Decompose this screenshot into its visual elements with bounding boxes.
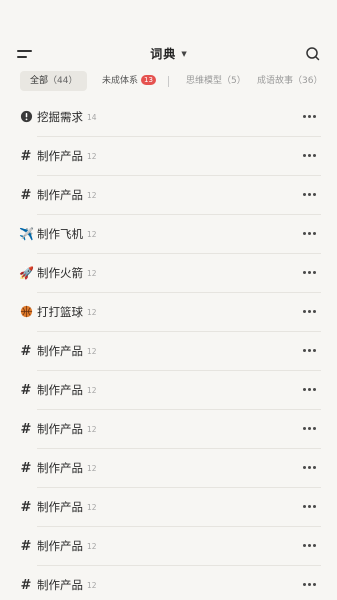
tab-count: （36） xyxy=(293,76,323,86)
item-count: 12 xyxy=(87,386,97,395)
item-count: 12 xyxy=(87,542,97,551)
hash-icon: # xyxy=(20,188,32,203)
list-item[interactable]: # 制作产品 12 xyxy=(0,371,337,410)
item-name-wrap: 制作产品 12 xyxy=(37,148,97,164)
tab-idiom-stories[interactable]: 成语故事（36） xyxy=(257,71,322,91)
rocket-icon: 🚀 xyxy=(19,266,34,280)
item-name: 制作产品 xyxy=(37,422,83,436)
more-options-icon[interactable] xyxy=(303,386,317,392)
item-name: 制作产品 xyxy=(37,461,83,475)
item-name-wrap: 制作飞机 12 xyxy=(37,226,97,242)
more-options-icon[interactable] xyxy=(303,191,317,197)
hash-icon: # xyxy=(20,422,32,437)
list-item[interactable]: 🚀 制作火箭 12 xyxy=(0,254,337,293)
item-name: 制作火箭 xyxy=(37,266,83,280)
more-options-icon[interactable] xyxy=(303,347,317,353)
item-count: 12 xyxy=(87,425,97,434)
basketball-icon xyxy=(19,305,33,319)
list-item[interactable]: # 制作产品 12 xyxy=(0,566,337,600)
more-options-icon[interactable] xyxy=(303,308,317,314)
title-dropdown[interactable]: 词典 ▼ xyxy=(0,43,337,62)
list-item[interactable]: 打打篮球 12 xyxy=(0,293,337,332)
item-name-wrap: 制作产品 12 xyxy=(37,577,97,593)
item-name: 制作产品 xyxy=(37,539,83,553)
item-name-wrap: 制作产品 12 xyxy=(37,421,97,437)
item-count: 12 xyxy=(87,269,97,278)
tab-count: （44） xyxy=(48,76,78,86)
item-name-wrap: 制作产品 12 xyxy=(37,460,97,476)
list-item[interactable]: # 制作产品 12 xyxy=(0,332,337,371)
item-name: 制作飞机 xyxy=(37,227,83,241)
item-count: 12 xyxy=(87,581,97,590)
chevron-down-icon: ▼ xyxy=(181,50,187,58)
tab-label: 成语故事 xyxy=(257,76,294,86)
hash-icon: # xyxy=(20,461,32,476)
top-bar: 词典 ▼ xyxy=(0,40,337,68)
term-list: 挖掘需求 14 # 制作产品 12 # 制作产品 12 ✈️ 制作飞机 12 🚀 制作火箭 12 打打篮球 1… xyxy=(0,98,337,600)
item-name-wrap: 制作产品 12 xyxy=(37,538,97,554)
list-item[interactable]: # 制作产品 12 xyxy=(0,488,337,527)
tab-thinking-models[interactable]: 思维模型（5） xyxy=(186,71,246,91)
item-name-wrap: 制作产品 12 xyxy=(37,187,97,203)
more-options-icon[interactable] xyxy=(303,152,317,158)
more-options-icon[interactable] xyxy=(303,425,317,431)
list-item[interactable]: 挖掘需求 14 xyxy=(0,98,337,137)
item-name-wrap: 制作产品 12 xyxy=(37,343,97,359)
hash-icon: # xyxy=(20,500,32,515)
tab-label: 未成体系 xyxy=(102,76,139,86)
more-options-icon[interactable] xyxy=(303,542,317,548)
tab-count: （5） xyxy=(222,76,246,86)
list-item[interactable]: # 制作产品 12 xyxy=(0,137,337,176)
item-name-wrap: 打打篮球 12 xyxy=(37,304,97,320)
item-count: 12 xyxy=(87,503,97,512)
tab-label: 全部 xyxy=(30,76,49,86)
list-item[interactable]: # 制作产品 12 xyxy=(0,410,337,449)
more-options-icon[interactable] xyxy=(303,113,317,119)
more-options-icon[interactable] xyxy=(303,269,317,275)
item-name: 制作产品 xyxy=(37,578,83,592)
list-item[interactable]: # 制作产品 12 xyxy=(0,527,337,566)
item-name: 制作产品 xyxy=(37,383,83,397)
tab-divider xyxy=(168,76,169,87)
alert-circle-icon xyxy=(19,110,33,124)
list-item[interactable]: # 制作产品 12 xyxy=(0,176,337,215)
more-options-icon[interactable] xyxy=(303,464,317,470)
list-item[interactable]: # 制作产品 12 xyxy=(0,449,337,488)
item-name-wrap: 制作产品 12 xyxy=(37,499,97,515)
category-tabs: 全部（44） 未成体系 13 思维模型（5） 成语故事（36） xyxy=(20,71,337,91)
hash-icon: # xyxy=(20,383,32,398)
airplane-icon: ✈️ xyxy=(19,227,34,241)
item-name: 制作产品 xyxy=(37,188,83,202)
item-name-wrap: 制作火箭 12 xyxy=(37,265,97,281)
tab-label: 思维模型 xyxy=(186,76,223,86)
tab-unsystematized[interactable]: 未成体系 13 xyxy=(102,71,156,91)
item-count: 12 xyxy=(87,347,97,356)
item-name-wrap: 制作产品 12 xyxy=(37,382,97,398)
hash-icon: # xyxy=(20,539,32,554)
page-title: 词典 xyxy=(150,47,177,61)
hash-icon: # xyxy=(20,344,32,359)
search-icon[interactable] xyxy=(305,46,321,62)
item-name: 挖掘需求 xyxy=(37,110,83,124)
item-count: 12 xyxy=(87,464,97,473)
item-name: 制作产品 xyxy=(37,149,83,163)
item-count: 14 xyxy=(87,113,97,122)
item-name: 制作产品 xyxy=(37,344,83,358)
hash-icon: # xyxy=(20,578,32,593)
tab-badge: 13 xyxy=(141,75,156,85)
item-count: 12 xyxy=(87,152,97,161)
item-count: 12 xyxy=(87,230,97,239)
item-name: 打打篮球 xyxy=(37,305,83,319)
item-count: 12 xyxy=(87,191,97,200)
item-count: 12 xyxy=(87,308,97,317)
hash-icon: # xyxy=(20,149,32,164)
more-options-icon[interactable] xyxy=(303,230,317,236)
item-name-wrap: 挖掘需求 14 xyxy=(37,109,97,125)
tab-all[interactable]: 全部（44） xyxy=(20,71,88,91)
list-item[interactable]: ✈️ 制作飞机 12 xyxy=(0,215,337,254)
item-name: 制作产品 xyxy=(37,500,83,514)
more-options-icon[interactable] xyxy=(303,581,317,587)
more-options-icon[interactable] xyxy=(303,503,317,509)
